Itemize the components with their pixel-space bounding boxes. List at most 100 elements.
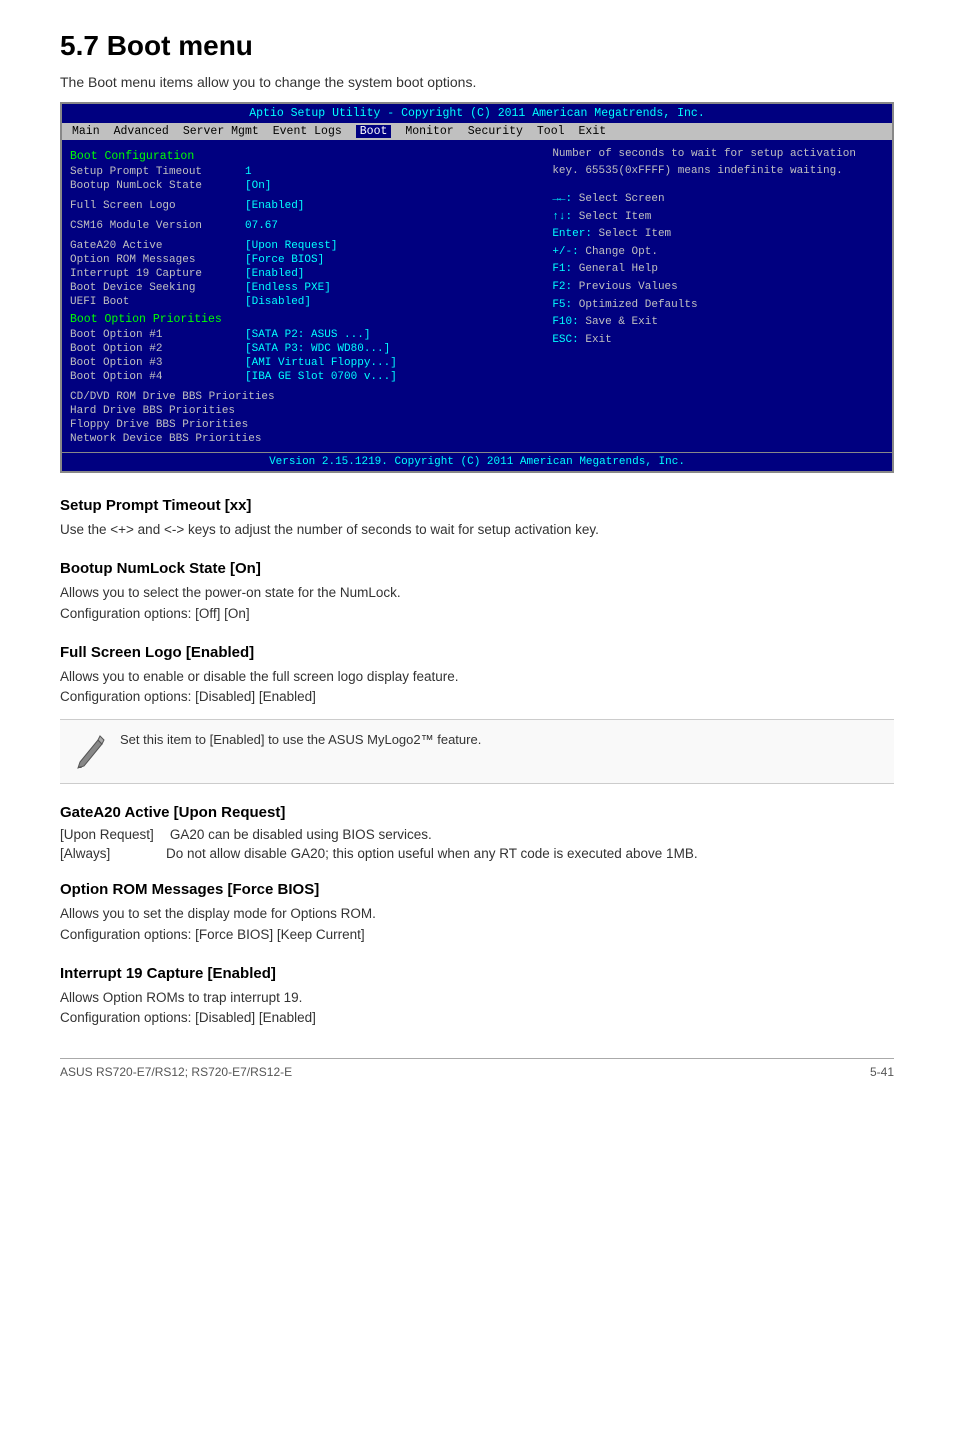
bios-key-desc: Select Item (579, 211, 652, 223)
bios-key-row: F1: General Help (552, 261, 884, 279)
bios-row: UEFI Boot[Disabled] (70, 295, 534, 309)
bios-menu-item-exit[interactable]: Exit (579, 125, 607, 138)
page-footer: ASUS RS720-E7/RS12; RS720-E7/RS12-E 5-41 (60, 1058, 894, 1079)
definition-desc: Do not allow disable GA20; this option u… (166, 846, 894, 861)
bios-row: CD/DVD ROM Drive BBS Priorities (70, 390, 534, 404)
bios-key-row: F2: Previous Values (552, 279, 884, 297)
bios-row-value: [Endless PXE] (245, 282, 331, 294)
bios-key-row: Enter: Select Item (552, 226, 884, 244)
bios-menu-item-monitor[interactable]: Monitor (405, 125, 453, 138)
bios-screen: Aptio Setup Utility - Copyright (C) 2011… (60, 102, 894, 473)
bios-row-value: [Enabled] (245, 268, 304, 280)
note-text: Set this item to [Enabled] to use the AS… (120, 730, 481, 750)
section-body: Allows Option ROMs to trap interrupt 19.… (60, 988, 894, 1029)
bios-footer: Version 2.15.1219. Copyright (C) 2011 Am… (62, 452, 892, 471)
bios-row: GateA20 Active[Upon Request] (70, 239, 534, 253)
bios-menu-item-advanced[interactable]: Advanced (114, 125, 169, 138)
bios-row-label: Bootup NumLock State (70, 180, 245, 192)
doc-section-option-rom: Option ROM Messages [Force BIOS]Allows y… (60, 881, 894, 945)
bios-row-label: Boot Option #2 (70, 343, 245, 355)
bios-row-value: 1 (245, 166, 252, 178)
bios-row-label: CSM16 Module Version (70, 220, 245, 232)
definition-term: [Always] (60, 846, 150, 861)
section-heading: GateA20 Active [Upon Request] (60, 804, 894, 821)
intro-text: The Boot menu items allow you to change … (60, 74, 894, 90)
bios-menu-item-boot[interactable]: Boot (356, 125, 392, 138)
bios-key: F10: (552, 316, 585, 328)
doc-sections: Setup Prompt Timeout [xx]Use the <+> and… (60, 497, 894, 1028)
bios-row-value: [On] (245, 180, 271, 192)
bios-row: Setup Prompt Timeout1 (70, 165, 534, 179)
doc-section-gatea20: GateA20 Active [Upon Request] [Upon Reque… (60, 804, 894, 861)
bios-key-row: ESC: Exit (552, 332, 884, 350)
bios-row: Boot Option #4[IBA GE Slot 0700 v...] (70, 370, 534, 384)
bios-row-label: Floppy Drive BBS Priorities (70, 419, 248, 431)
bios-row-label: CD/DVD ROM Drive BBS Priorities (70, 391, 275, 403)
doc-section-setup-prompt-timeout: Setup Prompt Timeout [xx]Use the <+> and… (60, 497, 894, 540)
bios-row: Network Device BBS Priorities (70, 432, 534, 446)
pencil-icon (72, 730, 108, 773)
bios-row-label: Boot Option #4 (70, 371, 245, 383)
bios-row: Boot Option #2[SATA P3: WDC WD80...] (70, 342, 534, 356)
bios-key: Enter: (552, 228, 598, 240)
note-box: Set this item to [Enabled] to use the AS… (60, 719, 894, 784)
bios-help-text: Number of seconds to wait for setup acti… (552, 146, 884, 179)
doc-section-interrupt-19: Interrupt 19 Capture [Enabled]Allows Opt… (60, 965, 894, 1029)
doc-section-bootup-numlock: Bootup NumLock State [On]Allows you to s… (60, 560, 894, 624)
bios-menu-item-event-logs[interactable]: Event Logs (273, 125, 342, 138)
doc-section-full-screen-logo: Full Screen Logo [Enabled]Allows you to … (60, 644, 894, 785)
bios-menu-item-tool[interactable]: Tool (537, 125, 565, 138)
footer-right: 5-41 (870, 1065, 894, 1079)
bios-row-value: [IBA GE Slot 0700 v...] (245, 371, 397, 383)
bios-key-desc: Change Opt. (585, 246, 658, 258)
bios-row-label: Interrupt 19 Capture (70, 268, 245, 280)
bios-row-value: [Upon Request] (245, 240, 337, 252)
page-title: 5.7 Boot menu (60, 30, 894, 62)
definition-desc: GA20 can be disabled using BIOS services… (170, 827, 894, 842)
bios-menu-item-server-mgmt[interactable]: Server Mgmt (183, 125, 259, 138)
bios-row: Boot Option #3[AMI Virtual Floppy...] (70, 356, 534, 370)
definition-row: [Upon Request] GA20 can be disabled using… (60, 827, 894, 842)
bios-key-legend: →←: Select Screen↑↓: Select ItemEnter: S… (552, 191, 884, 349)
bios-section-title: Boot Configuration (70, 150, 534, 163)
bios-row-value: 07.67 (245, 220, 278, 232)
bios-row: Boot Device Seeking[Endless PXE] (70, 281, 534, 295)
bios-key: ↑↓: (552, 211, 578, 223)
bios-row-label: Boot Option #3 (70, 357, 245, 369)
bios-key-row: ↑↓: Select Item (552, 209, 884, 227)
bios-row-value: [SATA P3: WDC WD80...] (245, 343, 390, 355)
bios-row-value: [AMI Virtual Floppy...] (245, 357, 397, 369)
bios-row-label: UEFI Boot (70, 296, 245, 308)
bios-key-desc: Select Screen (579, 193, 665, 205)
bios-menu-item-security[interactable]: Security (468, 125, 523, 138)
bios-row-label: Setup Prompt Timeout (70, 166, 245, 178)
bios-row-value: [Force BIOS] (245, 254, 324, 266)
bios-key: ESC: (552, 334, 585, 346)
section-body: Use the <+> and <-> keys to adjust the n… (60, 520, 894, 540)
section-heading: Bootup NumLock State [On] (60, 560, 894, 577)
bios-key-desc: Previous Values (579, 281, 678, 293)
bios-row-label: Boot Option #1 (70, 329, 245, 341)
bios-key: →←: (552, 193, 578, 205)
bios-menu-bar[interactable]: Main Advanced Server Mgmt Event Logs Boot Mon… (62, 123, 892, 140)
bios-key: F2: (552, 281, 578, 293)
bios-key-desc: General Help (579, 263, 658, 275)
bios-row-label: Boot Device Seeking (70, 282, 245, 294)
bios-key-desc: Optimized Defaults (579, 299, 698, 311)
bios-row-label: Network Device BBS Priorities (70, 433, 261, 445)
bios-row: Interrupt 19 Capture[Enabled] (70, 267, 534, 281)
footer-left: ASUS RS720-E7/RS12; RS720-E7/RS12-E (60, 1065, 292, 1079)
bios-key: F5: (552, 299, 578, 311)
bios-row: Boot Option #1[SATA P2: ASUS ...] (70, 328, 534, 342)
bios-row: Hard Drive BBS Priorities (70, 404, 534, 418)
definition-term: [Upon Request] (60, 827, 154, 842)
bios-key-row: +/-: Change Opt. (552, 244, 884, 262)
section-heading: Full Screen Logo [Enabled] (60, 644, 894, 661)
bios-left-panel: Boot ConfigurationSetup Prompt Timeout1B… (70, 146, 534, 446)
bios-key-desc: Save & Exit (585, 316, 658, 328)
bios-section-title: Boot Option Priorities (70, 313, 534, 326)
bios-key-row: →←: Select Screen (552, 191, 884, 209)
bios-row-value: [Enabled] (245, 200, 304, 212)
bios-menu-item-main[interactable]: Main (72, 125, 100, 138)
bios-row-label: Option ROM Messages (70, 254, 245, 266)
